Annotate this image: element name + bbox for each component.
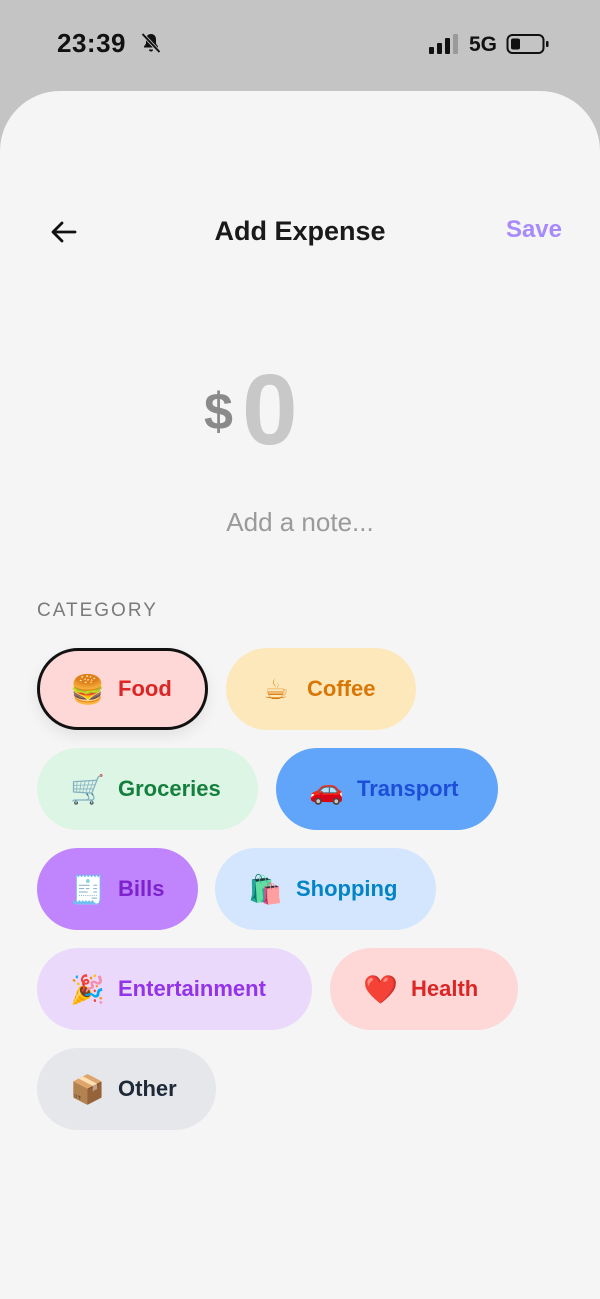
bell-muted-icon xyxy=(141,32,161,54)
amount-input[interactable]: 0 xyxy=(242,360,298,460)
category-chip-label: Entertainment xyxy=(118,976,266,1001)
burger-icon: 🍔 xyxy=(70,672,105,706)
battery-icon xyxy=(506,34,549,54)
network-label: 5G xyxy=(469,33,498,56)
category-chip-transport[interactable]: 🚗 Transport xyxy=(276,748,498,830)
amount-currency: $ xyxy=(204,383,233,441)
category-section-label: CATEGORY xyxy=(37,600,158,621)
category-chip-coffee[interactable]: ☕ Coffee xyxy=(226,648,416,730)
category-chip-label: Other xyxy=(118,1076,177,1101)
note-input[interactable] xyxy=(150,500,450,544)
shopping-bags-icon: 🛍️ xyxy=(248,872,283,906)
category-chip-label: Groceries xyxy=(118,776,221,801)
package-icon: 📦 xyxy=(70,1072,105,1106)
category-chip-food[interactable]: 🍔 Food xyxy=(37,648,208,730)
signal-icon xyxy=(429,34,458,54)
status-time: 23:39 xyxy=(57,28,126,58)
category-chip-label: Shopping xyxy=(296,876,398,901)
category-chip-label: Health xyxy=(411,976,479,1001)
car-icon: 🚗 xyxy=(309,772,344,806)
party-popper-icon: 🎉 xyxy=(70,972,105,1006)
coffee-cup-icon: ☕ xyxy=(263,672,289,706)
heart-icon: ❤️ xyxy=(363,972,398,1006)
receipt-icon: 🧾 xyxy=(70,872,105,906)
category-chip-bills[interactable]: 🧾 Bills xyxy=(37,848,198,930)
category-chip-label: Transport xyxy=(357,776,459,801)
category-chip-health[interactable]: ❤️ Health xyxy=(330,948,518,1030)
category-chip-label: Coffee xyxy=(307,676,376,701)
category-chip-groceries[interactable]: 🛒 Groceries xyxy=(37,748,258,830)
save-button[interactable]: Save xyxy=(506,216,562,244)
status-bar: 23:39 5G xyxy=(0,0,600,90)
category-chip-shopping[interactable]: 🛍️ Shopping xyxy=(215,848,436,930)
category-chip-label: Bills xyxy=(118,876,165,901)
category-chip-entertainment[interactable]: 🎉 Entertainment xyxy=(37,948,312,1030)
category-chip-other[interactable]: 📦 Other xyxy=(37,1048,216,1130)
category-chip-label: Food xyxy=(118,676,172,701)
shopping-cart-icon: 🛒 xyxy=(70,772,105,806)
